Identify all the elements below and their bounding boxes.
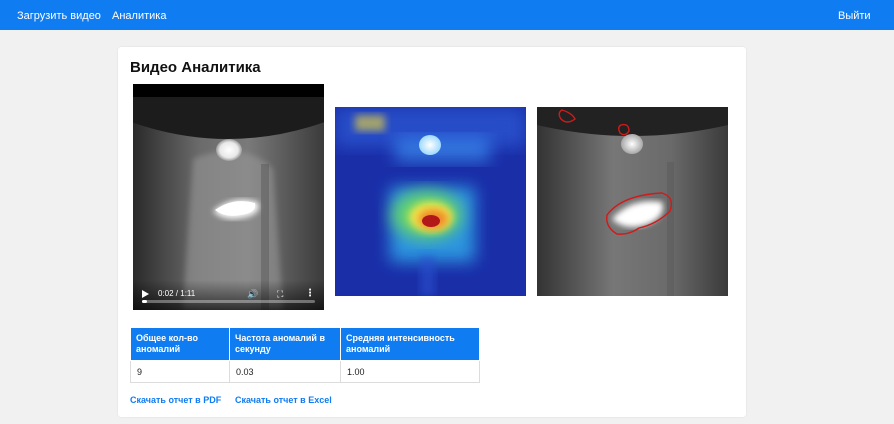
heatmap-image — [335, 107, 526, 296]
table-header-row: Общее кол-во аномалий Частота аномалий в… — [130, 327, 480, 361]
cell-anomaly-frequency: 0.03 — [229, 360, 341, 383]
video-player[interactable]: 0:02 / 1:11 🔊 ⛶ ⋮ — [133, 84, 324, 310]
nav-analytics[interactable]: Аналитика — [112, 9, 166, 23]
video-frame — [133, 84, 324, 310]
nav-logout[interactable]: Выйти — [838, 9, 871, 23]
header-total-anomalies: Общее кол-во аномалий — [130, 327, 230, 361]
fullscreen-icon[interactable]: ⛶ — [277, 288, 283, 300]
download-pdf-link[interactable]: Скачать отчет в PDF — [130, 395, 221, 405]
table-row: 9 0.03 1.00 — [130, 360, 480, 383]
anomaly-overlay-image — [537, 107, 728, 296]
header-average-intensity: Средняя интенсивность аномалий — [340, 327, 480, 361]
download-excel-link[interactable]: Скачать отчет в Excel — [235, 395, 332, 405]
cell-total-anomalies: 9 — [130, 360, 230, 383]
header-anomaly-frequency: Частота аномалий в секунду — [229, 327, 341, 361]
nav-upload-video[interactable]: Загрузить видео — [17, 9, 101, 23]
volume-icon[interactable]: 🔊 — [247, 288, 258, 300]
page-title: Видео Аналитика — [130, 59, 261, 76]
analytics-card: Видео Аналитика 0:02 / 1:11 🔊 ⛶ ⋮ Общее … — [118, 47, 746, 417]
video-progress-track[interactable] — [142, 300, 315, 303]
anomaly-stats-table: Общее кол-во аномалий Частота аномалий в… — [130, 327, 480, 383]
cell-average-intensity: 1.00 — [340, 360, 480, 383]
video-progress-fill — [142, 300, 147, 303]
play-icon[interactable] — [142, 290, 149, 298]
video-controls: 0:02 / 1:11 🔊 ⛶ ⋮ — [133, 280, 324, 310]
more-options-icon[interactable]: ⋮ — [305, 288, 315, 300]
video-time: 0:02 / 1:11 — [158, 289, 196, 298]
top-navbar: Загрузить видео Аналитика Выйти — [0, 0, 894, 30]
